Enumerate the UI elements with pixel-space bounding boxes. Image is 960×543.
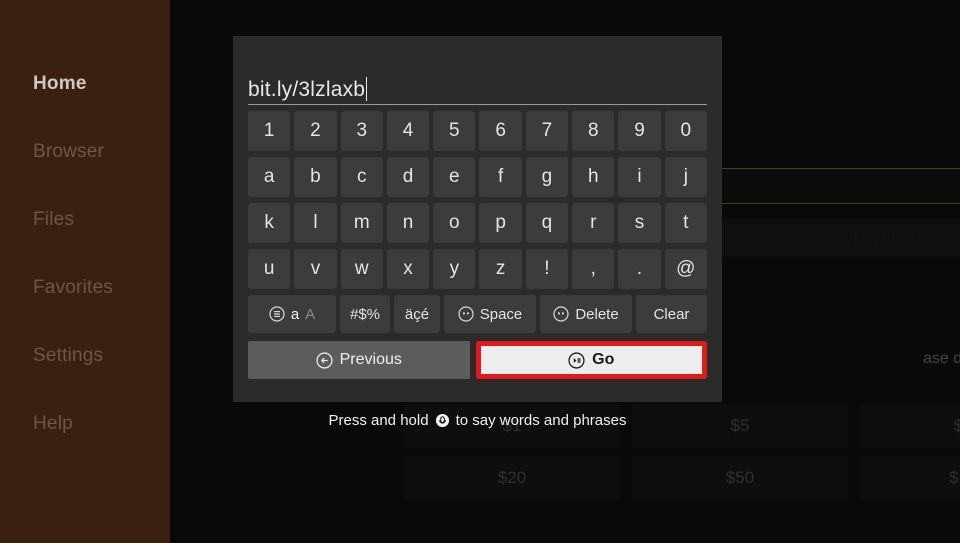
delete-key[interactable]: Delete bbox=[540, 295, 632, 333]
voice-hint-text-after: to say words and phrases bbox=[455, 412, 627, 429]
delete-key-label: Delete bbox=[575, 305, 619, 323]
remote-button-icon bbox=[458, 306, 474, 322]
keyboard-row-k-t: k l m n o p q r s t bbox=[248, 203, 707, 243]
previous-button-label: Previous bbox=[339, 351, 402, 368]
key-2[interactable]: 2 bbox=[294, 111, 337, 151]
sidebar-item-settings[interactable]: Settings bbox=[0, 322, 170, 390]
clear-key[interactable]: Clear bbox=[636, 295, 707, 333]
sidebar-item-label: Favorites bbox=[33, 277, 113, 298]
menu-circle-icon bbox=[269, 306, 285, 322]
case-lower-label: a bbox=[290, 305, 300, 323]
key-d[interactable]: d bbox=[386, 157, 430, 197]
go-button-inner: Go bbox=[480, 346, 702, 374]
go-button-label: Go bbox=[592, 351, 615, 368]
voice-hint: Press and hold to say words and phrases bbox=[233, 412, 722, 429]
key-at-sign[interactable]: @ bbox=[664, 249, 707, 289]
key-1[interactable]: 1 bbox=[248, 111, 291, 151]
text-entry-value: bit.ly/3lzlaxb bbox=[248, 78, 366, 101]
space-key-label: Space bbox=[479, 305, 523, 323]
key-u[interactable]: u bbox=[248, 249, 291, 289]
go-button[interactable]: Go bbox=[475, 341, 707, 379]
onscreen-keyboard-dialog: bit.ly/3lzlaxb 1 2 3 4 5 6 7 8 9 0 a b c… bbox=[233, 36, 722, 402]
sidebar: Home Browser Files Favorites Settings He… bbox=[0, 0, 170, 543]
microphone-circle-icon bbox=[435, 413, 450, 428]
keyboard-function-row: aA #$% äçé Space Delete Clear bbox=[248, 295, 707, 333]
keyboard-row-digits: 1 2 3 4 5 6 7 8 9 0 bbox=[248, 111, 707, 151]
key-n[interactable]: n bbox=[386, 203, 430, 243]
sidebar-item-files[interactable]: Files bbox=[0, 186, 170, 254]
key-c[interactable]: c bbox=[340, 157, 383, 197]
sidebar-item-browser[interactable]: Browser bbox=[0, 118, 170, 186]
key-p[interactable]: p bbox=[479, 203, 522, 243]
key-k[interactable]: k bbox=[248, 203, 291, 243]
key-f[interactable]: f bbox=[479, 157, 522, 197]
space-key[interactable]: Space bbox=[444, 295, 536, 333]
key-comma[interactable]: , bbox=[572, 249, 615, 289]
text-entry-field[interactable]: bit.ly/3lzlaxb bbox=[248, 70, 707, 105]
key-4[interactable]: 4 bbox=[386, 111, 430, 151]
key-g[interactable]: g bbox=[525, 157, 569, 197]
keyboard-row-u-punct: u v w x y z ! , . @ bbox=[248, 249, 707, 289]
remote-button-icon bbox=[553, 306, 569, 322]
symbols-key[interactable]: #$% bbox=[340, 295, 390, 333]
sidebar-item-label: Settings bbox=[33, 345, 104, 366]
key-j[interactable]: j bbox=[664, 157, 707, 197]
key-w[interactable]: w bbox=[340, 249, 383, 289]
key-6[interactable]: 6 bbox=[479, 111, 522, 151]
case-upper-label: A bbox=[305, 305, 316, 323]
key-t[interactable]: t bbox=[664, 203, 707, 243]
key-o[interactable]: o bbox=[433, 203, 476, 243]
key-7[interactable]: 7 bbox=[525, 111, 569, 151]
key-s[interactable]: s bbox=[618, 203, 661, 243]
key-x[interactable]: x bbox=[386, 249, 430, 289]
key-r[interactable]: r bbox=[572, 203, 615, 243]
accents-key[interactable]: äçé bbox=[394, 295, 440, 333]
key-period[interactable]: . bbox=[618, 249, 661, 289]
key-i[interactable]: i bbox=[618, 157, 661, 197]
play-pause-circle-icon bbox=[568, 351, 585, 369]
key-l[interactable]: l bbox=[294, 203, 337, 243]
key-v[interactable]: v bbox=[294, 249, 337, 289]
key-y[interactable]: y bbox=[433, 249, 476, 289]
key-0[interactable]: 0 bbox=[664, 111, 707, 151]
key-q[interactable]: q bbox=[525, 203, 569, 243]
keyboard-row-a-j: a b c d e f g h i j bbox=[248, 157, 707, 197]
key-z[interactable]: z bbox=[479, 249, 522, 289]
sidebar-item-help[interactable]: Help bbox=[0, 390, 170, 458]
key-b[interactable]: b bbox=[294, 157, 337, 197]
key-a[interactable]: a bbox=[248, 157, 291, 197]
key-5[interactable]: 5 bbox=[433, 111, 476, 151]
previous-button[interactable]: Previous bbox=[248, 341, 470, 379]
sidebar-item-home[interactable]: Home bbox=[0, 50, 170, 118]
voice-hint-text-before: Press and hold bbox=[328, 412, 429, 429]
key-m[interactable]: m bbox=[340, 203, 383, 243]
key-3[interactable]: 3 bbox=[340, 111, 383, 151]
back-circle-icon bbox=[316, 351, 333, 369]
sidebar-item-label: Files bbox=[33, 209, 75, 230]
sidebar-item-label: Home bbox=[33, 73, 87, 94]
keyboard-action-row: Previous Go bbox=[248, 341, 707, 379]
sidebar-item-label: Help bbox=[33, 413, 73, 434]
key-e[interactable]: e bbox=[433, 157, 476, 197]
key-8[interactable]: 8 bbox=[572, 111, 615, 151]
key-9[interactable]: 9 bbox=[618, 111, 661, 151]
case-toggle-key[interactable]: aA bbox=[248, 295, 336, 333]
key-exclamation[interactable]: ! bbox=[525, 249, 569, 289]
key-h[interactable]: h bbox=[572, 157, 615, 197]
text-caret bbox=[366, 77, 368, 101]
sidebar-item-favorites[interactable]: Favorites bbox=[0, 254, 170, 322]
sidebar-item-label: Browser bbox=[33, 141, 105, 162]
